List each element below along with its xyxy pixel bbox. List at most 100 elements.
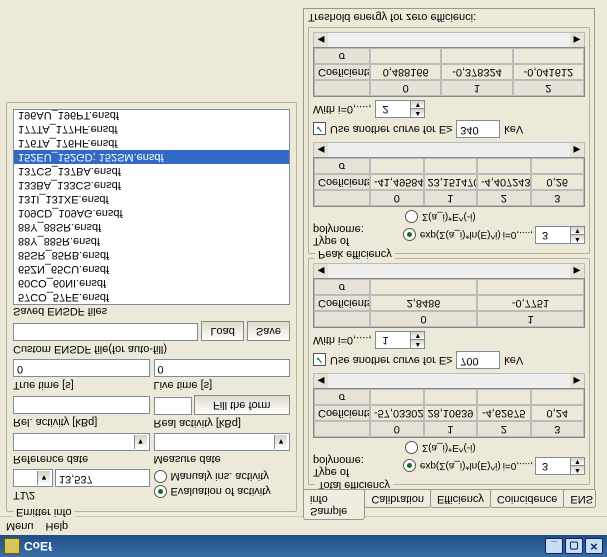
peak-spin-i[interactable]: 3 ▲▼ — [535, 226, 585, 244]
measdate-field[interactable] — [154, 433, 291, 451]
load-button[interactable]: Load — [201, 321, 243, 341]
window-titlebar: CoEf _ ▢ ✕ — [0, 535, 607, 557]
save-button[interactable]: Save — [247, 321, 290, 341]
tab-calibration[interactable]: Calibration — [364, 490, 431, 508]
peak-poly-opt2-label: Σ(a_i)*E^(-i) — [422, 211, 476, 222]
peak-sigma2-1[interactable] — [441, 48, 512, 64]
peak-with-i-spin[interactable]: 2 ▲▼ — [375, 100, 425, 118]
realact-field — [154, 397, 192, 415]
total-sigma-1[interactable] — [424, 389, 478, 405]
total-coef-2[interactable]: -4,62675 — [477, 405, 531, 421]
list-item[interactable]: 177TA_177HF.ensdf — [14, 122, 289, 136]
peak-sigma-1[interactable] — [424, 158, 478, 174]
peak-poly-opt2[interactable]: Σ(a_i)*E^(-i) — [405, 210, 585, 223]
peak-coef-2[interactable]: -4,4072431 — [477, 174, 531, 190]
list-item[interactable]: 88Y_885R.ensdf — [14, 234, 289, 248]
truetime-field[interactable]: 0 — [13, 359, 150, 377]
list-item[interactable]: 133BA_133CS.ensdf — [14, 178, 289, 192]
list-item[interactable]: 176TA_176HF.ensdf — [14, 136, 289, 150]
total-sigma2-1[interactable] — [477, 279, 584, 295]
total-sigma-2[interactable] — [477, 389, 531, 405]
radio-manual-label: Manualy ins. activity — [171, 471, 269, 483]
list-item[interactable]: 65ZN_65CU.ensdf — [14, 262, 289, 276]
list-item[interactable]: 196AU_196PT.ensdf — [14, 109, 289, 122]
emitter-info-group: Emitter info T1/2 13,537 Evaluation of a… — [6, 102, 297, 512]
treshold-label: Treshold energy for zero efficienci: — [308, 11, 590, 23]
total-coef-3[interactable]: 0,24 — [531, 405, 585, 421]
total-coef-1[interactable]: 28,10639 — [424, 405, 478, 421]
peak-coef-table-1: 0 1 2 3 Coeficients -41,4958416 23,15147… — [313, 157, 585, 207]
relact-field[interactable] — [13, 396, 150, 414]
total-coef-table-1: 0 1 2 3 Coeficients -57,03302 28,10639 -… — [313, 388, 585, 438]
peak-sigma2-0[interactable] — [370, 48, 441, 64]
half-life-field[interactable]: 13,537 — [55, 469, 150, 487]
peak-coef-0[interactable]: -41,4958416 — [370, 174, 424, 190]
tab-sample-info[interactable]: Sample info — [303, 490, 365, 520]
total-with-i-spin[interactable]: 1 ▲▼ — [375, 331, 425, 349]
total-use-another-check[interactable]: Use another curve for E≥ — [313, 354, 452, 367]
peak-sigma-2[interactable] — [477, 158, 531, 174]
refdate-label: Reference date — [13, 453, 150, 465]
total-spin-prefix: i=0,...., — [503, 461, 533, 472]
total-poly-label: Type of polynome: — [313, 454, 401, 478]
radio-manual[interactable]: Manualy ins. activity — [154, 470, 291, 483]
tab-ens[interactable]: ENS — [563, 490, 596, 508]
total-with-i-label: With i=0,...., — [313, 334, 371, 346]
list-item[interactable]: 88Y_88SR.ensdf — [14, 220, 289, 234]
emitter-info-legend: Emitter info — [13, 506, 75, 518]
saved-files-label: Saved ENSDF files — [13, 305, 107, 317]
total-sigma-0[interactable] — [370, 389, 424, 405]
total-poly-opt2[interactable]: Σ(a_i)*E^(-i) — [405, 441, 585, 454]
list-item[interactable]: 137CS_137BA.ensdf — [14, 164, 289, 178]
peak-use-another-check[interactable]: Use another curve for E≥ — [313, 123, 452, 136]
total-coef-0[interactable]: -57,03302 — [370, 405, 424, 421]
truetime-label: True time [s] — [13, 379, 150, 391]
tabs: Sample info Calibration Efficiency Coinc… — [303, 490, 595, 512]
tab-coincidence[interactable]: Coincidence — [490, 490, 565, 508]
peak-poly-opt1[interactable]: exp(Σ(a_i)*ln(E)^i) — [403, 229, 501, 242]
peak-poly-label: Type of polynome: — [313, 223, 401, 247]
livetime-field[interactable]: 0 — [154, 359, 291, 377]
peak-sigma2-2[interactable] — [513, 48, 584, 64]
maximize-button[interactable]: ▢ — [565, 538, 583, 554]
total-threshold-field[interactable]: 700 — [456, 351, 500, 369]
peak-with-i-label: With i=0,...., — [313, 103, 371, 115]
peak-sigma-3[interactable] — [531, 158, 585, 174]
total-spin-i[interactable]: 3 ▲▼ — [535, 457, 585, 475]
peak-coef2-0[interactable]: 0,488166 — [370, 64, 441, 80]
saved-files-list[interactable]: 57CO_57FE.ensdf60CO_60NI.ensdf65ZN_65CU.… — [13, 109, 290, 305]
radio-evaluation[interactable]: Evaluation of activity — [154, 485, 291, 498]
total-sigma2-0[interactable] — [370, 279, 477, 295]
list-item[interactable]: 131I_131XE.ensdf — [14, 192, 289, 206]
peak-coef-1[interactable]: 23,1514703 — [424, 174, 478, 190]
peak-coef2-2[interactable]: -0,041612 — [513, 64, 584, 80]
total-coef2-1[interactable]: -0,7751 — [477, 295, 584, 311]
menu-menu[interactable]: Menu — [6, 520, 34, 532]
list-item[interactable]: 109CD_109AG.ensdf — [14, 206, 289, 220]
peak-table2-scroll[interactable]: ◀▶ — [313, 32, 585, 47]
menu-help[interactable]: Help — [46, 520, 69, 532]
peak-coef-3[interactable]: 0,26 — [531, 174, 585, 190]
window-title: CoEf — [24, 539, 52, 553]
total-sigma-3[interactable] — [531, 389, 585, 405]
peak-table1-scroll[interactable]: ◀▶ — [313, 142, 585, 157]
total-poly-opt1[interactable]: exp(Σ(a_i)*ln(E)^i) — [403, 460, 501, 473]
close-button[interactable]: ✕ — [585, 538, 603, 554]
total-table2-scroll[interactable]: ◀▶ — [313, 263, 585, 278]
fill-form-button[interactable]: Fill the form — [194, 395, 291, 415]
custom-ensdf-label: Custom ENSDF file(for auto-fill) — [13, 343, 167, 355]
refdate-field[interactable] — [13, 433, 150, 451]
peak-sigma-0[interactable] — [370, 158, 424, 174]
list-item[interactable]: 60CO_60NI.ensdf — [14, 276, 289, 290]
peak-coef2-1[interactable]: -0,378324 — [441, 64, 512, 80]
custom-ensdf-field[interactable] — [13, 323, 198, 341]
list-item[interactable]: 85SR_85RB.ensdf — [14, 248, 289, 262]
minimize-button[interactable]: _ — [545, 538, 563, 554]
total-coef2-0[interactable]: 2,8486 — [370, 295, 477, 311]
tab-efficiency[interactable]: Efficiency — [430, 490, 491, 508]
peak-threshold-field[interactable]: 340 — [456, 120, 500, 138]
list-item[interactable]: 152EU_152GD; 152SM.ensdf — [14, 150, 289, 164]
half-life-dropdown[interactable] — [13, 469, 53, 487]
total-table1-scroll[interactable]: ◀▶ — [313, 373, 585, 388]
list-item[interactable]: 57CO_57FE.ensdf — [14, 290, 289, 304]
